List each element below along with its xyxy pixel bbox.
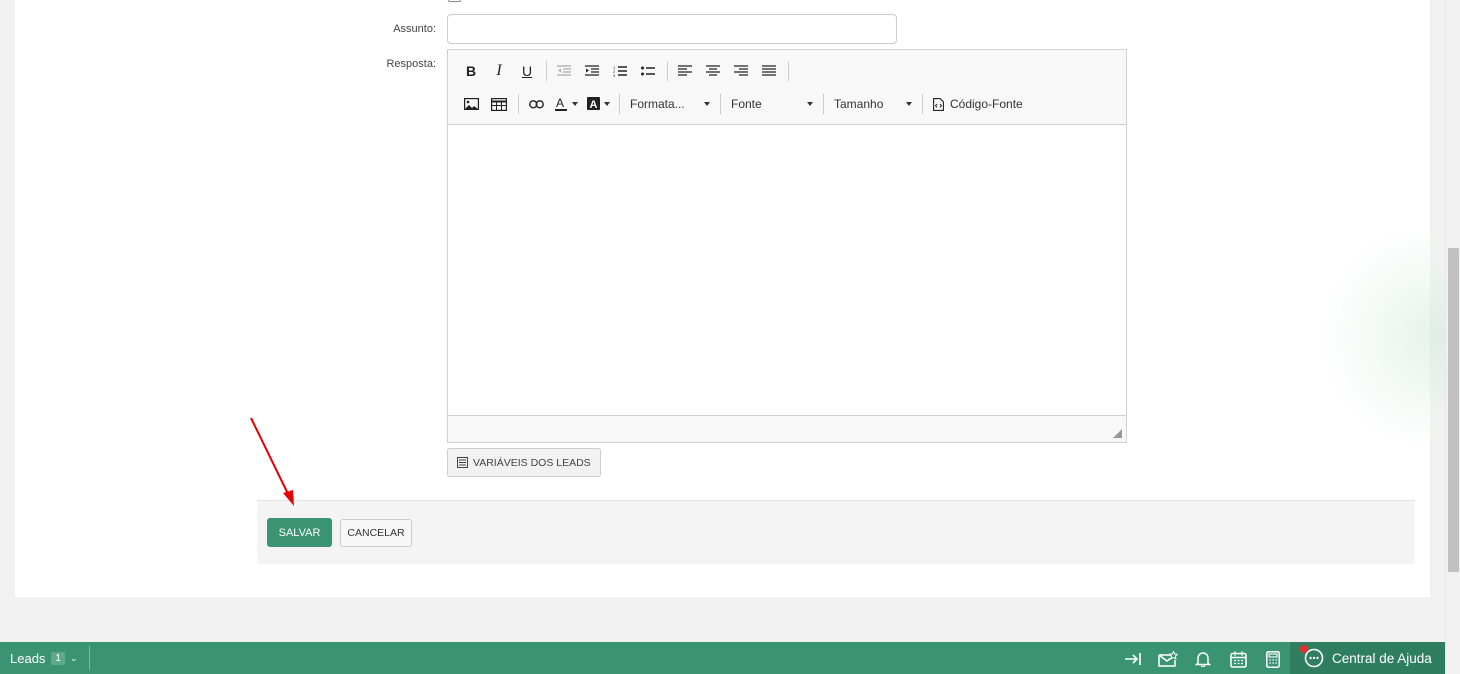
help-center-button[interactable]: Central de Ajuda bbox=[1290, 642, 1445, 674]
help-center-label: Central de Ajuda bbox=[1332, 650, 1432, 666]
font-dropdown-label: Fonte bbox=[731, 97, 762, 111]
text-color-icon[interactable]: A bbox=[551, 91, 581, 117]
svg-text:A: A bbox=[589, 99, 597, 111]
font-dropdown[interactable]: Fonte bbox=[725, 91, 819, 117]
align-justify-icon[interactable] bbox=[756, 58, 782, 84]
resize-handle-icon[interactable] bbox=[1113, 429, 1122, 438]
bold-button[interactable]: B bbox=[458, 58, 484, 84]
leads-menu[interactable]: Leads 1 ⌄ bbox=[10, 642, 78, 674]
source-code-icon bbox=[933, 97, 944, 111]
chevron-down-icon bbox=[906, 102, 912, 106]
editor-toolbar: B I U 123 A A Formata... Fonte Tamanho C… bbox=[448, 50, 1126, 125]
calendar-icon[interactable] bbox=[1228, 649, 1248, 669]
outdent-icon[interactable] bbox=[551, 58, 577, 84]
bell-icon[interactable] bbox=[1193, 649, 1213, 669]
page-scrollbar[interactable] bbox=[1445, 0, 1460, 674]
chevron-down-icon: ⌄ bbox=[69, 652, 78, 663]
chevron-down-icon bbox=[704, 102, 710, 106]
notification-dot bbox=[1300, 645, 1308, 653]
toolbar-separator bbox=[788, 61, 789, 81]
editor-content-area[interactable] bbox=[448, 126, 1126, 416]
scrollbar-thumb[interactable] bbox=[1448, 248, 1459, 572]
toolbar-separator bbox=[667, 61, 668, 81]
bottom-bar: Leads 1 ⌄ Central de Ajuda bbox=[0, 642, 1445, 674]
lead-variables-button[interactable]: VARIÁVEIS DOS LEADS bbox=[447, 448, 601, 477]
cancel-button[interactable]: CANCELAR bbox=[340, 519, 412, 547]
divider bbox=[89, 646, 90, 670]
svg-text:3: 3 bbox=[613, 73, 616, 77]
save-button[interactable]: SALVAR bbox=[267, 518, 332, 547]
collapse-right-icon[interactable] bbox=[1123, 649, 1143, 669]
leads-count-badge: 1 bbox=[51, 651, 65, 665]
size-dropdown[interactable]: Tamanho bbox=[828, 91, 918, 117]
toolbar-separator bbox=[720, 94, 721, 114]
list-icon bbox=[457, 457, 468, 468]
form-actions: SALVAR CANCELAR bbox=[257, 500, 1415, 564]
format-dropdown[interactable]: Formata... bbox=[624, 91, 716, 117]
source-code-label: Código-Fonte bbox=[950, 97, 1023, 111]
svg-text:A: A bbox=[556, 97, 564, 110]
toolbar-separator bbox=[619, 94, 620, 114]
table-icon[interactable] bbox=[486, 91, 512, 117]
align-center-icon[interactable] bbox=[700, 58, 726, 84]
mail-star-icon[interactable] bbox=[1158, 649, 1178, 669]
toolbar-separator bbox=[823, 94, 824, 114]
toolbar-separator bbox=[922, 94, 923, 114]
source-code-button[interactable]: Código-Fonte bbox=[927, 91, 1029, 117]
size-dropdown-label: Tamanho bbox=[834, 97, 884, 111]
italic-button[interactable]: I bbox=[486, 58, 512, 84]
toolbar-row-2: A A Formata... Fonte Tamanho Código-Font… bbox=[458, 91, 1029, 117]
bulleted-list-icon[interactable] bbox=[635, 58, 661, 84]
underline-button[interactable]: U bbox=[514, 58, 540, 84]
toolbar-separator bbox=[518, 94, 519, 114]
lead-variables-label: VARIÁVEIS DOS LEADS bbox=[473, 456, 591, 469]
numbered-list-icon[interactable]: 123 bbox=[607, 58, 633, 84]
link-icon[interactable] bbox=[523, 91, 549, 117]
toolbar-separator bbox=[546, 61, 547, 81]
format-dropdown-label: Formata... bbox=[630, 97, 685, 111]
subject-input[interactable] bbox=[447, 14, 897, 44]
image-icon[interactable] bbox=[458, 91, 484, 117]
align-right-icon[interactable] bbox=[728, 58, 754, 84]
calculator-icon[interactable] bbox=[1263, 649, 1283, 669]
subject-label: Assunto: bbox=[393, 23, 436, 35]
editor-status-bar bbox=[448, 415, 1126, 442]
leads-label: Leads bbox=[10, 650, 46, 666]
chevron-down-icon bbox=[807, 102, 813, 106]
indent-icon[interactable] bbox=[579, 58, 605, 84]
checkbox[interactable] bbox=[448, 0, 461, 2]
align-left-icon[interactable] bbox=[672, 58, 698, 84]
annotation-arrow bbox=[250, 417, 294, 506]
background-color-icon[interactable]: A bbox=[583, 91, 613, 117]
toolbar-row-1: B I U 123 bbox=[458, 58, 793, 84]
response-label: Resposta: bbox=[386, 58, 436, 70]
rich-text-editor: B I U 123 A A Formata... Fonte Tamanho C… bbox=[447, 49, 1127, 443]
